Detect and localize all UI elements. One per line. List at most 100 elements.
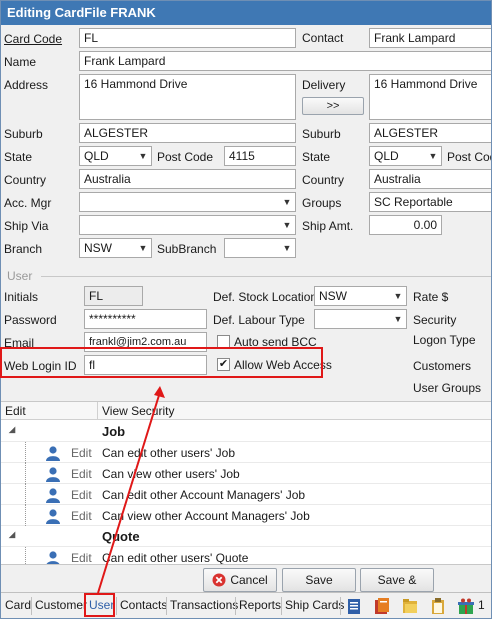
delivery-state-label: State <box>302 150 331 164</box>
contact-input[interactable]: Frank Lampard <box>369 28 491 48</box>
cancel-icon <box>212 573 226 587</box>
groups-input[interactable]: SC Reportable <box>369 192 491 212</box>
cancel-button[interactable]: Cancel <box>203 568 277 592</box>
grid-group-row[interactable]: ◢ Job <box>1 421 491 442</box>
acc-mgr-select[interactable]: ▼ <box>79 192 296 212</box>
chevron-down-icon: ▼ <box>393 314 403 324</box>
tab-divider <box>281 597 282 615</box>
tab-card[interactable]: Card <box>5 598 31 612</box>
branch-value: NSW <box>84 241 112 255</box>
card-code-input[interactable]: FL <box>79 28 296 48</box>
grid-row-description: Can view other Account Managers' Job <box>102 509 310 523</box>
grid-row-edit[interactable]: Edit <box>71 551 92 564</box>
ship-amt-input[interactable]: 0.00 <box>369 215 442 235</box>
tab-ship-cards[interactable]: Ship Cards <box>285 598 344 612</box>
chevron-down-icon: ▼ <box>138 243 148 253</box>
grid-row[interactable]: Edit Can edit other users' Job <box>1 442 491 463</box>
clipboard-icon[interactable] <box>430 598 446 615</box>
delivery-state-select[interactable]: QLD ▼ <box>369 146 442 166</box>
delivery-suburb-input[interactable]: ALGESTER <box>369 123 491 143</box>
delivery-country-label: Country <box>302 173 345 187</box>
address-input[interactable]: 16 Hammond Drive <box>79 74 296 120</box>
tab-divider <box>340 597 341 615</box>
delivery-country-input[interactable]: Australia <box>369 169 491 189</box>
logon-type-label: Logon Type <box>413 333 476 347</box>
name-label: Name <box>4 55 37 69</box>
tab-divider <box>235 597 236 615</box>
def-labour-label: Def. Labour Type <box>213 313 305 327</box>
person-icon <box>45 550 61 564</box>
grid-col-divider <box>97 402 98 420</box>
suburb-input[interactable]: ALGESTER <box>79 123 296 143</box>
user-groups-label: User Groups <box>413 381 482 395</box>
notes-icon[interactable] <box>346 598 362 615</box>
ship-via-label: Ship Via <box>4 219 49 233</box>
initials-input[interactable]: FL <box>84 286 143 306</box>
name-input[interactable]: Frank Lampard <box>79 51 491 71</box>
country-label: Country <box>4 173 47 187</box>
grid-row-description: Can edit other users' Quote <box>102 551 249 564</box>
chevron-down-icon: ▼ <box>138 151 148 161</box>
grid-row[interactable]: Edit Can edit other Account Managers' Job <box>1 484 491 505</box>
ship-via-select[interactable]: ▼ <box>79 215 296 235</box>
grid-row-edit[interactable]: Edit <box>71 509 92 523</box>
delivery-address-input[interactable]: 16 Hammond Drive <box>369 74 491 120</box>
subbranch-select[interactable]: ▼ <box>224 238 296 258</box>
acc-mgr-label: Acc. Mgr <box>4 196 52 210</box>
grid-row[interactable]: Edit Can edit other users' Quote <box>1 547 491 564</box>
grid-row-description: Can edit other Account Managers' Job <box>102 488 306 502</box>
grid-row-edit[interactable]: Edit <box>71 467 92 481</box>
address-label: Address <box>4 78 49 92</box>
tab-divider <box>116 597 117 615</box>
password-input[interactable]: ********** <box>84 309 207 329</box>
country-input[interactable]: Australia <box>79 169 296 189</box>
password-label: Password <box>4 313 57 327</box>
folders-icon[interactable] <box>402 598 418 615</box>
window-title: Editing CardFile FRANK <box>1 1 491 25</box>
grid-row[interactable]: Edit Can view other users' Job <box>1 463 491 484</box>
groups-label: Groups <box>302 196 342 210</box>
tree-line <box>25 463 43 484</box>
copy-address-button[interactable]: >> <box>302 97 364 115</box>
save-button[interactable]: Save <box>282 568 356 592</box>
grid-group-name: Job <box>102 424 126 439</box>
save-close-button[interactable]: Save & Close <box>360 568 434 609</box>
collapse-icon[interactable]: ◢ <box>9 425 15 434</box>
initials-label: Initials <box>4 290 39 304</box>
web-login-highlight <box>0 347 323 378</box>
gift-icon[interactable] <box>458 598 474 615</box>
rate-label: Rate $ <box>413 290 449 304</box>
grid-row-edit[interactable]: Edit <box>71 446 92 460</box>
suburb-label: Suburb <box>4 127 43 141</box>
tab-customer[interactable]: Customer <box>35 598 87 612</box>
security-grid: Edit View Security ◢ Job Edit Can edit othe… <box>1 401 491 564</box>
documents-icon[interactable] <box>374 598 390 615</box>
grid-row-description: Can view other users' Job <box>102 467 240 481</box>
cancel-label: Cancel <box>230 573 268 587</box>
tab-contacts[interactable]: Contacts <box>120 598 167 612</box>
user-section-label: User <box>7 269 33 283</box>
branch-select[interactable]: NSW ▼ <box>79 238 152 258</box>
person-icon <box>45 466 61 482</box>
post-code-input[interactable]: 4115 <box>224 146 296 166</box>
def-stock-select[interactable]: NSW ▼ <box>314 286 407 306</box>
person-icon <box>45 508 61 524</box>
grid-row[interactable]: Edit Can view other Account Managers' Job <box>1 505 491 526</box>
collapse-icon[interactable]: ◢ <box>9 530 15 539</box>
grid-group-row[interactable]: ◢ Quote <box>1 526 491 547</box>
tab-reports[interactable]: Reports <box>239 598 281 612</box>
grid-group-name: Quote <box>102 529 140 544</box>
grid-col-view-security[interactable]: View Security <box>102 404 174 418</box>
grid-col-edit[interactable]: Edit <box>5 404 26 418</box>
def-labour-select[interactable]: ▼ <box>314 309 407 329</box>
person-icon <box>45 445 61 461</box>
branch-label: Branch <box>4 242 43 256</box>
tree-line <box>25 505 43 526</box>
state-select[interactable]: QLD ▼ <box>79 146 152 166</box>
def-stock-label: Def. Stock Location <box>213 290 318 304</box>
tab-divider <box>31 597 32 615</box>
tab-transactions[interactable]: Transactions <box>170 598 238 612</box>
tree-line <box>25 484 43 505</box>
customers-label: Customers <box>413 359 472 373</box>
grid-row-edit[interactable]: Edit <box>71 488 92 502</box>
